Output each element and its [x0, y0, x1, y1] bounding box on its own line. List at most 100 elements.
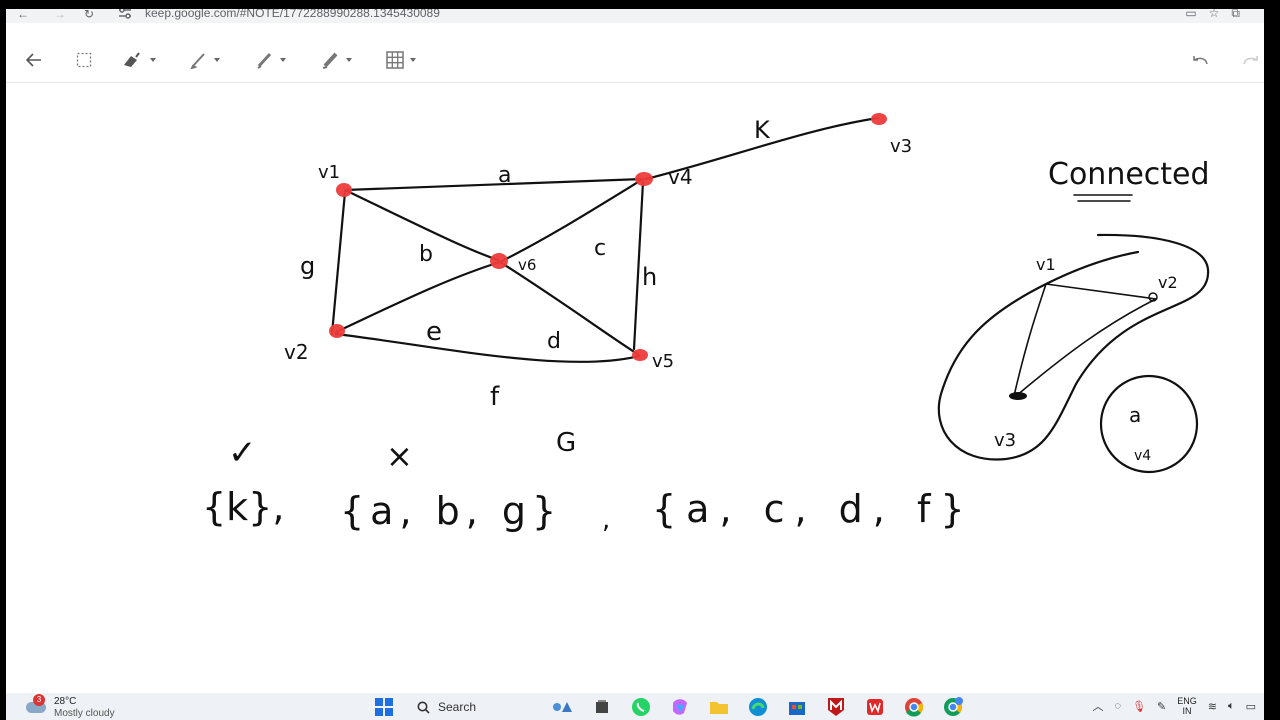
microsoft-store-icon[interactable]	[783, 696, 811, 718]
extensions-icon[interactable]: ⧉	[1231, 9, 1240, 21]
search-icon	[417, 701, 430, 714]
weather-widget[interactable]: 3 28°C Mostly cloudy	[26, 694, 115, 720]
highlighter-icon[interactable]	[322, 49, 352, 71]
grid-dropdown-icon[interactable]	[410, 58, 416, 62]
label-v1: v1	[318, 162, 340, 183]
set-k: {k},	[202, 485, 284, 529]
language-indicator[interactable]: ENG IN	[1177, 696, 1197, 716]
wps-office-icon[interactable]	[861, 696, 889, 718]
vertex-v4-dot	[635, 172, 653, 186]
widgets-icon[interactable]	[549, 696, 577, 718]
vertex-v1-dot	[336, 183, 352, 197]
reload-icon[interactable]: ↻	[80, 9, 98, 23]
weather-temperature: 28°C	[54, 696, 77, 707]
task-view-icon[interactable]	[588, 696, 616, 718]
lasso-select-icon[interactable]	[76, 49, 92, 71]
vertex-v2-dot	[329, 324, 345, 338]
drawing-canvas[interactable]: v1 v2 v3 v4 v5 v6 a b c d e f g h K G ✓ …	[6, 84, 1264, 684]
handwritten-drawing: v1 v2 v3 v4 v5 v6 a b c d e f g h K G ✓ …	[202, 113, 1210, 535]
chrome-profile-icon[interactable]	[939, 696, 967, 718]
edge-g	[330, 190, 347, 336]
set-a-b-g: {a, b, g}	[340, 489, 562, 533]
graph-edges	[329, 113, 887, 363]
wifi-icon[interactable]: ≋	[1208, 700, 1217, 713]
label-v6: v6	[518, 256, 536, 274]
arrow-left-icon[interactable]: ←	[14, 9, 32, 23]
microphone-icon[interactable]: 🎙︎	[1132, 700, 1146, 713]
show-hidden-icons-icon[interactable]: ︿	[1093, 698, 1104, 714]
label-v2: v2	[284, 340, 309, 364]
marker-icon[interactable]	[256, 49, 286, 71]
vertex-v6-dot	[490, 253, 508, 269]
connected-label-v1: v1	[1036, 255, 1056, 274]
redo-icon[interactable]	[1242, 49, 1260, 71]
connected-label-v3: v3	[994, 430, 1016, 451]
file-explorer-icon[interactable]	[705, 696, 733, 718]
label-edge-k: K	[754, 116, 771, 144]
eraser-icon[interactable]	[122, 49, 156, 71]
check-mark: ✓	[228, 433, 257, 473]
network-globe-icon[interactable]: ◌	[1115, 700, 1122, 712]
cross-mark: ×	[386, 437, 413, 475]
weather-badge: 3	[33, 694, 45, 706]
label-v5: v5	[652, 351, 674, 372]
chrome-icon[interactable]	[900, 696, 928, 718]
eraser-dropdown-icon[interactable]	[150, 58, 156, 62]
url-text[interactable]: keep.google.com/#NOTE/1772288990288.1345…	[145, 9, 440, 20]
battery-icon[interactable]: ▭	[1246, 700, 1256, 713]
vertex-v3-dot	[871, 113, 887, 125]
label-v3: v3	[890, 136, 912, 157]
pen-icon[interactable]	[190, 49, 220, 71]
windows-start-icon[interactable]	[370, 696, 398, 718]
edge-f	[334, 332, 641, 363]
browser-actions: ▭ ☆ ⧉	[1185, 9, 1240, 21]
arrow-right-icon[interactable]: →	[51, 9, 69, 23]
connected-vertex-v3-dot	[1009, 392, 1027, 400]
undo-icon[interactable]	[1191, 49, 1209, 71]
connected-label-v2: v2	[1158, 273, 1178, 292]
label-edge-f: f	[490, 382, 500, 412]
graph-name-label: G	[556, 428, 576, 458]
edge-icon[interactable]	[744, 696, 772, 718]
pen-dropdown-icon[interactable]	[214, 58, 220, 62]
edge-d	[498, 260, 641, 357]
connected-title: Connected	[1048, 157, 1210, 192]
set-separator-comma: ,	[602, 505, 610, 535]
label-edge-d: d	[547, 329, 561, 354]
mcafee-icon[interactable]	[822, 696, 850, 718]
region-code: IN	[1182, 706, 1192, 716]
install-app-icon[interactable]: ▭	[1185, 9, 1196, 21]
language-code: ENG	[1177, 696, 1197, 706]
back-icon[interactable]	[26, 49, 42, 71]
pen-menu-icon[interactable]: ✎	[1157, 700, 1166, 713]
site-info-icon[interactable]	[118, 9, 134, 21]
whatsapp-icon[interactable]	[627, 696, 655, 718]
drawing-toolbar	[6, 39, 1264, 83]
label-edge-c: c	[594, 236, 606, 261]
taskbar-apps: Search	[370, 696, 978, 718]
connected-outline	[937, 233, 1210, 461]
bookmark-star-icon[interactable]: ☆	[1209, 9, 1220, 21]
system-tray: ︿ ◌ 🎙︎ ✎ ENG IN ≋ 🔈︎ ▭	[1093, 696, 1256, 716]
edge-c	[498, 177, 645, 264]
set-a-c-d-f: {a, c, d, f}	[652, 487, 975, 531]
isolated-component-label: a	[1129, 403, 1141, 427]
label-edge-g: g	[300, 252, 315, 280]
browser-address-bar: ← → ↻ keep.google.com/#NOTE/177228899028…	[6, 9, 1264, 23]
edge-a	[343, 177, 645, 192]
marker-dropdown-icon[interactable]	[280, 58, 286, 62]
cloud-icon: 3	[26, 694, 48, 714]
search-label: Search	[438, 700, 477, 714]
screen: ← → ↻ keep.google.com/#NOTE/177228899028…	[6, 9, 1264, 720]
grid-icon[interactable]	[386, 49, 416, 71]
label-v4: v4	[668, 165, 693, 189]
taskbar-search[interactable]: Search	[409, 696, 541, 718]
copilot-icon[interactable]	[666, 696, 694, 718]
volume-icon[interactable]: 🔈︎	[1228, 700, 1235, 713]
highlighter-dropdown-icon[interactable]	[346, 58, 352, 62]
label-edge-e: e	[426, 317, 442, 347]
connected-underline	[1073, 194, 1133, 202]
label-edge-h: h	[642, 263, 657, 291]
label-edge-b: b	[419, 242, 433, 267]
connected-sketch: Connected v1 v2 v3 a v4	[937, 157, 1210, 474]
